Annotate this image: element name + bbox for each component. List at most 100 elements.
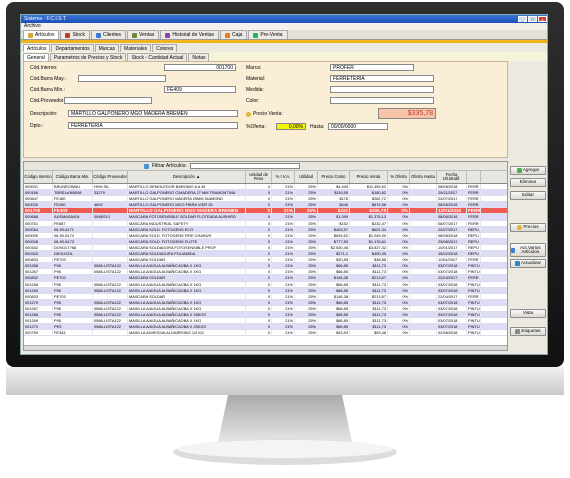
agregar-button[interactable]: Agregar — [510, 166, 546, 175]
hasta-field[interactable]: 00/00/0000 — [328, 123, 388, 130]
descripcion-field[interactable]: MARTILLO GALPONERO MGO MADERA BREMEN — [68, 110, 238, 117]
price-icon — [246, 111, 251, 117]
column-header[interactable]: Código Barra Min. — [53, 171, 93, 183]
table-cell: 0% — [388, 311, 410, 318]
pre-sale-icon — [253, 32, 259, 38]
table-cell: MARTILLO GALPONERO MGO FIBRA VIDR 25 — [128, 202, 246, 208]
table-body: 000001 BRUNROWNU HHH SIL MARTILLO DEMOLEDOR… — [24, 184, 507, 337]
table-cell: 03/07/2018 — [437, 263, 467, 269]
table-cell: 21% — [272, 324, 295, 330]
column-header[interactable]: % Oferta — [388, 171, 410, 183]
tab-ventas[interactable]: Ventas — [127, 30, 160, 39]
column-header[interactable]: Precio Venta — [350, 171, 388, 183]
column-header[interactable] — [467, 171, 481, 183]
precios-button[interactable]: Precios — [510, 223, 546, 232]
table-cell: REPU — [467, 244, 481, 251]
eliminar-button[interactable]: Eliminar — [510, 178, 546, 187]
table-cell: 001268 — [24, 281, 53, 287]
actualizar-button[interactable]: Actualizar — [510, 259, 546, 268]
table-cell: 001269 — [24, 318, 53, 324]
tab-notas[interactable]: Notas — [188, 53, 210, 61]
vista-button[interactable]: Vista — [510, 309, 546, 318]
menu-archivo[interactable]: Archivo — [24, 23, 41, 29]
editar-button[interactable]: Editar — [510, 191, 546, 200]
table-cell: 0 — [246, 208, 272, 214]
tab-historial-ventas[interactable]: Historial de Ventas — [160, 30, 220, 39]
article-tabs: Artículos Departamentos Marcas Materiale… — [21, 43, 547, 52]
table-cell: 0% — [388, 184, 410, 190]
table-row[interactable]: 000759 FE343 MASILLA ADHESIVA ALGARROBO 1/… — [24, 330, 507, 337]
column-header[interactable]: Utilidad — [295, 171, 318, 183]
table-cell: 0 — [246, 220, 272, 226]
tab-marcas[interactable]: Marcas — [94, 44, 120, 52]
tab-parametros[interactable]: Parametros de Precios y Stock — [49, 53, 127, 61]
maximize-button[interactable]: □ — [528, 16, 537, 22]
close-button[interactable]: x — [538, 16, 547, 22]
table-cell: 0% — [388, 281, 410, 287]
cash-icon — [225, 32, 231, 38]
table-cell: 25% — [295, 299, 318, 305]
medida-field[interactable] — [330, 86, 434, 93]
table-cell: MARTILLO GALPONERO C/MADERA 27 MM TRAMON… — [128, 190, 246, 196]
minimize-button[interactable]: _ — [518, 16, 527, 22]
marca-field[interactable]: PROFER — [330, 64, 414, 71]
filter-input[interactable] — [189, 163, 300, 169]
column-header[interactable]: % I.V.A. — [272, 171, 295, 183]
general-tabs: General Parametros de Precios y Stock St… — [21, 52, 547, 61]
table-cell: $222 — [318, 208, 350, 214]
table-cell: 000688 — [24, 214, 53, 220]
table-cell: MASILLA A/AGUA ALBAÑ/CAOBA X 25KGS — [128, 311, 246, 318]
tab-articulos[interactable]: Artículos — [23, 30, 60, 39]
table-cell: $490,35 — [350, 251, 388, 257]
tab-general[interactable]: General — [23, 53, 49, 61]
table-cell: 25% — [295, 190, 318, 196]
table-cell: MASCARA SOLD. FOTOGENS FLOTE — [128, 238, 246, 244]
cod-barra-min-field[interactable]: FE409 — [164, 86, 236, 93]
cod-interno-field[interactable]: 001700 — [164, 64, 236, 71]
table-cell: MASCARA SOLDADURA POLIAMIDA — [128, 251, 246, 257]
column-header[interactable]: Precio Costo — [318, 171, 350, 183]
table-cell: 001270 — [24, 324, 53, 330]
table-cell: 001268 — [24, 311, 53, 318]
table-cell: 08/08/2018 — [437, 184, 467, 190]
horizontal-scrollbar[interactable] — [24, 345, 507, 350]
table-cell: 25% — [295, 318, 318, 324]
table-cell: 0% — [388, 293, 410, 299]
precio-venta-field[interactable]: $335,78 — [378, 108, 436, 119]
table-cell: 0% — [388, 226, 410, 232]
table-cell: 03/07/2018 — [437, 281, 467, 287]
table-cell: 22/07/2017 — [437, 226, 467, 232]
tab-materiales[interactable]: Materiales — [120, 44, 152, 52]
oferta-field[interactable]: 0,00% — [276, 123, 306, 130]
column-header[interactable]: Unidad de Peso — [246, 171, 272, 183]
table-cell: $271,1 — [318, 251, 350, 257]
table-cell: HHH SIL — [93, 184, 128, 190]
column-header[interactable]: Código Proveedor — [93, 171, 128, 183]
tab-stock-cantidad[interactable]: Stock - Cantidad Actual — [127, 53, 188, 61]
color-field[interactable] — [330, 97, 434, 104]
tab-stock[interactable]: Stock — [60, 30, 90, 39]
tab-pre-venta[interactable]: Pre-Venta — [248, 30, 288, 39]
tab-articulos-sub[interactable]: Artículos — [23, 44, 51, 52]
table-cell — [93, 244, 128, 251]
tab-departamentos[interactable]: Departamentos — [51, 44, 94, 52]
act-varios-button[interactable]: Act.Varios Artículos — [510, 243, 546, 257]
etiquetas-button[interactable]: Etiquetas — [510, 327, 546, 336]
table-cell: $38,88 — [350, 257, 388, 263]
tab-colores[interactable]: Colores — [152, 44, 178, 52]
material-field[interactable]: FERRETERIA — [330, 75, 434, 82]
dpto-field[interactable]: FERRETERIA — [68, 122, 238, 129]
tab-caja[interactable]: Caja — [220, 30, 248, 39]
cod-proveedor-field[interactable] — [64, 97, 152, 104]
table-cell: PINTU — [468, 330, 481, 336]
table-cell: 000343 — [24, 251, 53, 257]
column-header[interactable]: Descripción ▲ — [128, 171, 246, 183]
column-header[interactable]: Oferta Hasta — [410, 171, 437, 183]
table-cell: MASCARA SOLDADORA FOTOSENSIBLE PROF — [128, 244, 246, 251]
cod-interno-label: Cód.Interno: — [30, 65, 58, 71]
cod-barra-may-field[interactable] — [78, 75, 166, 82]
table-cell: 21% — [272, 251, 295, 257]
tab-clientes[interactable]: Clientes — [90, 30, 127, 39]
column-header[interactable]: Fecha Ult.Modif. — [437, 171, 467, 183]
column-header[interactable]: Código Interno — [24, 171, 53, 183]
